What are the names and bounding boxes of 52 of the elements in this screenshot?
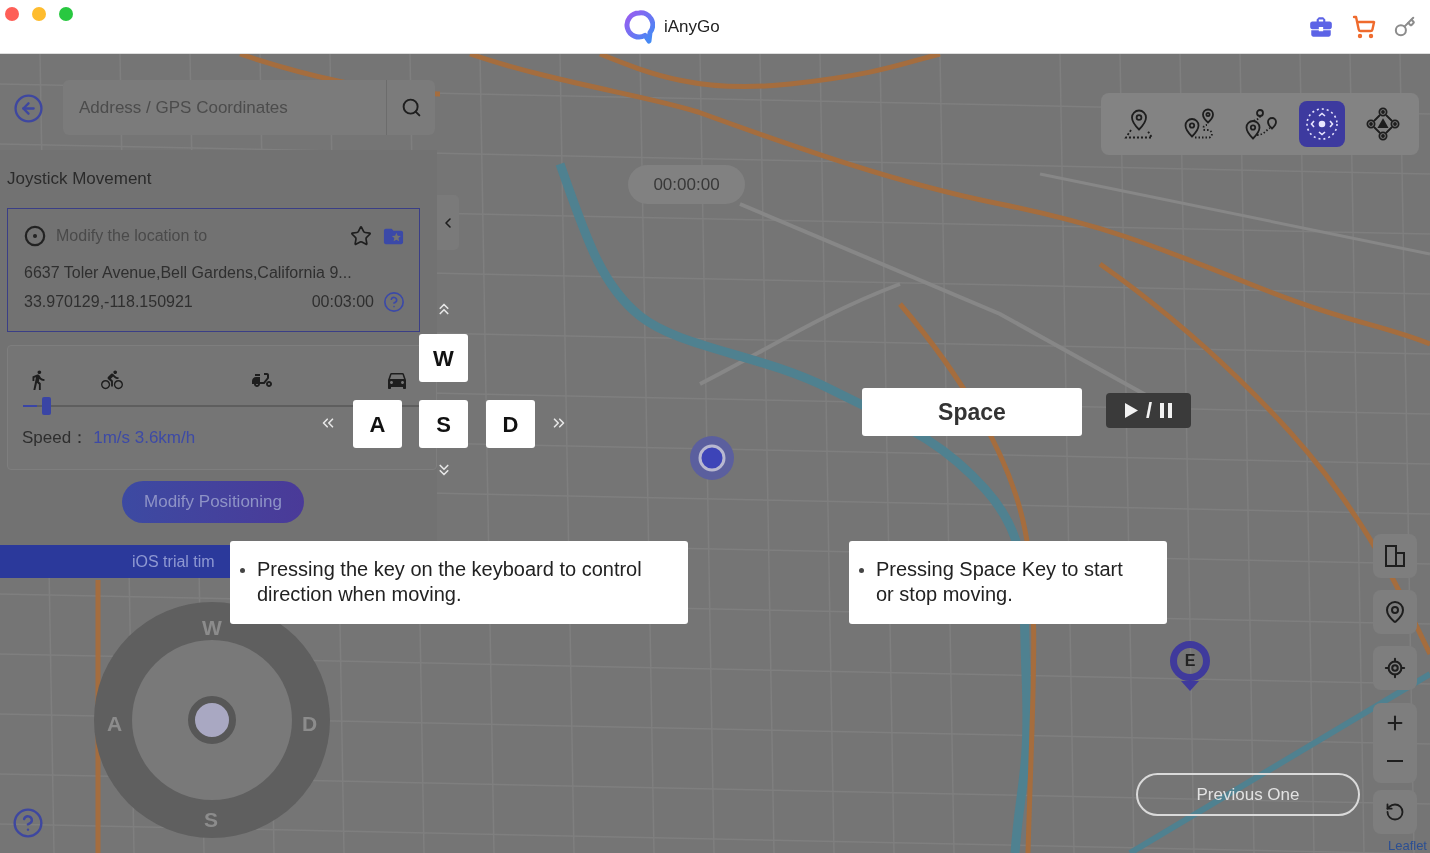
two-pins-icon	[1183, 108, 1217, 140]
device-button[interactable]	[1373, 534, 1417, 578]
pin-area-icon	[1123, 108, 1155, 140]
cart-icon[interactable]	[1352, 14, 1376, 39]
close-window-icon[interactable]	[5, 7, 19, 21]
bicycle-icon[interactable]	[101, 369, 123, 391]
location-coordinates: 33.970129,-118.150921	[24, 292, 193, 312]
target-icon	[24, 225, 46, 247]
location-address: 6637 Toler Avenue,Bell Gardens,California 9...	[24, 263, 353, 283]
minus-icon	[1387, 759, 1403, 763]
star-icon[interactable]	[350, 225, 372, 247]
separator-text: /	[1145, 398, 1153, 423]
rotate-icon	[1385, 802, 1405, 822]
bullet-icon	[240, 568, 245, 573]
panel-title: Joystick Movement	[7, 168, 152, 191]
speed-label: Speed：	[22, 427, 89, 450]
search-icon	[400, 97, 422, 118]
key-cap: A	[353, 400, 402, 448]
tooltip-text: Pressing Space Key to start or stop moving.	[876, 557, 1124, 607]
modify-positioning-button[interactable]: Modify Positioning	[122, 481, 304, 523]
play-icon	[1124, 403, 1138, 418]
bullet-icon	[859, 568, 864, 573]
current-location-icon	[690, 436, 734, 480]
previous-button[interactable]: Previous One	[1136, 773, 1360, 816]
locate-button[interactable]	[1373, 646, 1417, 690]
key-cap: W	[419, 334, 468, 382]
joystick-icon	[1305, 107, 1339, 141]
move-duration: 00:03:00	[311, 292, 374, 312]
phone-tablet-icon	[1385, 545, 1405, 567]
help-icon[interactable]	[12, 807, 44, 839]
key-cap: S	[419, 400, 468, 448]
reset-button[interactable]	[1373, 790, 1417, 834]
pause-icon	[1160, 403, 1173, 418]
joystick-handle[interactable]	[188, 696, 236, 744]
route-pins-icon	[1244, 108, 1278, 140]
panel-collapse-tab[interactable]	[437, 195, 459, 250]
speed-value: 1m/s 3.6km/h	[93, 427, 196, 450]
app-logo-icon	[623, 9, 655, 44]
attribution-link[interactable]: Leaflet	[1387, 838, 1427, 853]
maximize-window-icon[interactable]	[59, 7, 73, 21]
app-name: iAnyGo	[664, 15, 720, 38]
key-cap: D	[486, 400, 535, 448]
slider-thumb[interactable]	[42, 397, 52, 415]
pin-button[interactable]	[1373, 590, 1417, 634]
mode-tab[interactable]	[1299, 101, 1345, 147]
search-button[interactable]	[387, 80, 435, 135]
locate-icon	[1384, 657, 1406, 679]
key-cap: Space	[862, 388, 1082, 436]
map-pin-icon	[1383, 600, 1407, 624]
dpad-icon	[1366, 107, 1400, 141]
timer: 00:00:00	[628, 165, 745, 204]
key-icon[interactable]	[1394, 15, 1416, 38]
